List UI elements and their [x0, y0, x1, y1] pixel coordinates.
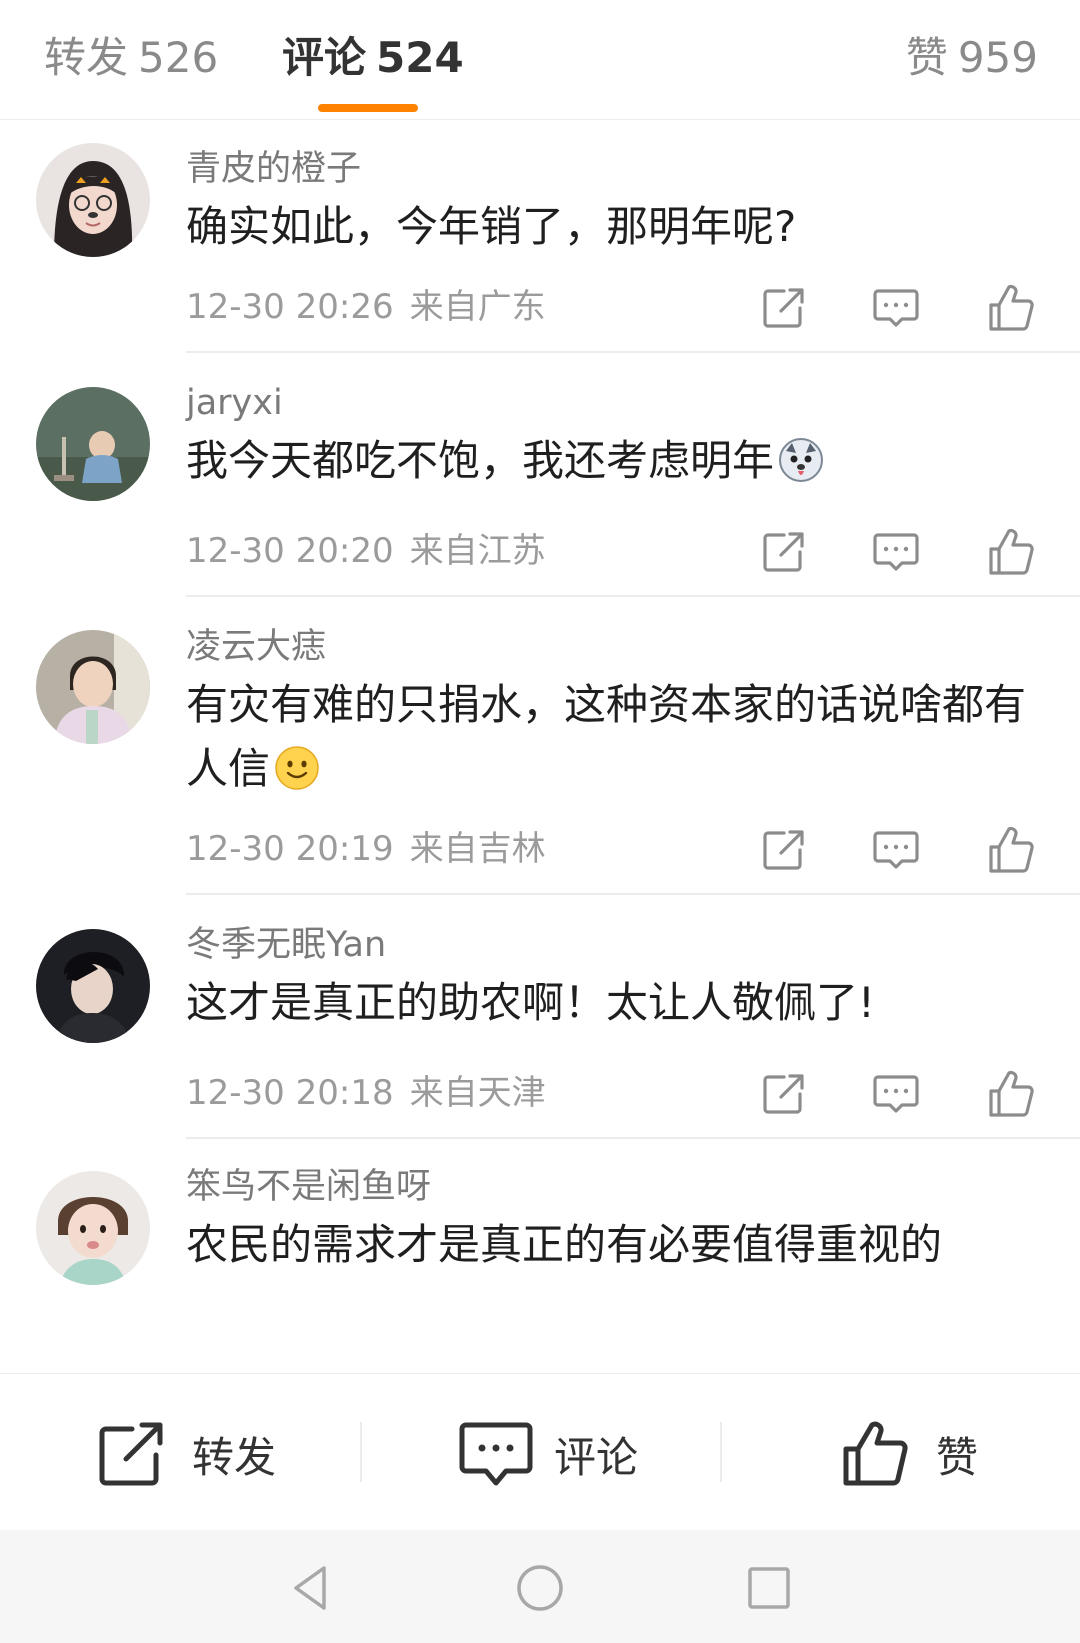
tab-comment[interactable]: 评论 524 — [282, 28, 464, 88]
comment-text: 确实如此，今年销了，那明年呢? — [186, 195, 1046, 259]
comment-share-button[interactable] — [754, 819, 814, 879]
comment-meta: 12-30 20:19 来自吉林 — [186, 827, 546, 871]
comment-list[interactable]: 青皮的橙子 确实如此，今年销了，那明年呢? 12-30 20:26 来自广东 ja — [0, 121, 1080, 1373]
tab-repost-count: 526 — [138, 33, 219, 82]
tab-comment-count: 524 — [376, 33, 464, 82]
comment-reply-button[interactable] — [866, 521, 926, 581]
comment-button-label: 评论 — [554, 1432, 639, 1482]
comment-time: 12-30 20:19 — [186, 829, 394, 869]
tab-comment-label: 评论 — [282, 33, 367, 82]
tab-repost-label: 转发 — [44, 33, 129, 82]
comment-username[interactable]: 冬季无眠Yan — [186, 923, 386, 967]
comment-meta: 12-30 20:20 来自江苏 — [186, 529, 546, 573]
home-button[interactable] — [512, 1560, 568, 1616]
avatar[interactable] — [36, 1171, 150, 1285]
avatar[interactable] — [36, 630, 150, 744]
thumbs-up-icon — [981, 277, 1041, 337]
comment-like-button[interactable] — [981, 521, 1041, 581]
divider — [720, 1422, 722, 1482]
comment-time: 12-30 20:20 — [186, 531, 394, 571]
comment-share-button[interactable] — [754, 521, 814, 581]
comment-meta: 12-30 20:18 来自天津 — [186, 1071, 546, 1115]
comment-location: 来自吉林 — [409, 829, 546, 869]
comment-like-button[interactable] — [981, 277, 1041, 337]
comment-icon — [866, 1063, 926, 1123]
comment-text: 农民的需求才是真正的有必要值得重视的 — [186, 1213, 1046, 1277]
comment-like-button[interactable] — [981, 1063, 1041, 1123]
comment-text: 这才是真正的助农啊！太让人敬佩了! — [186, 971, 1046, 1035]
comment-time: 12-30 20:26 — [186, 287, 394, 327]
recent-apps-button[interactable] — [741, 1560, 797, 1616]
comment-reply-button[interactable] — [866, 819, 926, 879]
tab-like[interactable]: 赞 959 — [906, 28, 1038, 88]
thumbs-up-icon — [843, 1421, 908, 1486]
home-circle-icon — [517, 1565, 563, 1611]
back-button[interactable] — [284, 1560, 340, 1616]
share-icon — [754, 277, 814, 337]
comment-location: 来自江苏 — [409, 531, 546, 571]
comment-share-button[interactable] — [754, 277, 814, 337]
comment-location: 来自广东 — [409, 287, 546, 327]
like-button[interactable]: 赞 — [840, 1419, 978, 1489]
avatar[interactable] — [36, 143, 150, 257]
comment-item: 青皮的橙子 确实如此，今年销了，那明年呢? 12-30 20:26 来自广东 — [0, 121, 1080, 353]
thumbs-up-icon — [981, 819, 1041, 879]
recent-square-icon — [748, 1567, 790, 1609]
comment-item: 笨鸟不是闲鱼呀 农民的需求才是真正的有必要值得重视的 — [0, 1139, 1080, 1373]
comment-text-content: 确实如此，今年销了，那明年呢? — [186, 202, 797, 251]
divider — [360, 1422, 362, 1482]
back-triangle-icon — [294, 1566, 326, 1610]
comment-icon — [866, 277, 926, 337]
avatar[interactable] — [36, 929, 150, 1043]
comment-text: 有灾有难的只捐水，这种资本家的话说啥都有人信 — [186, 673, 1046, 809]
comment-share-button[interactable] — [754, 1063, 814, 1123]
comment-username[interactable]: 笨鸟不是闲鱼呀 — [186, 1165, 431, 1209]
comment-text-content: 农民的需求才是真正的有必要值得重视的 — [186, 1220, 943, 1269]
tab-like-count: 959 — [957, 33, 1038, 82]
comment-text-content: 这才是真正的助农啊！太让人敬佩了! — [186, 978, 875, 1027]
repost-button[interactable]: 转发 — [96, 1419, 276, 1489]
share-icon — [99, 1422, 163, 1486]
repost-button-label: 转发 — [192, 1432, 277, 1482]
like-button-label: 赞 — [936, 1432, 979, 1482]
comment-item: 冬季无眠Yan 这才是真正的助农啊！太让人敬佩了! 12-30 20:18 来自天… — [0, 895, 1080, 1139]
avatar[interactable] — [36, 387, 150, 501]
share-icon — [754, 819, 814, 879]
comment-button[interactable]: 评论 — [458, 1419, 638, 1489]
share-icon — [754, 521, 814, 581]
comment-username[interactable]: 凌云大痣 — [186, 625, 326, 669]
bottom-action-bar: 转发 评论 赞 — [0, 1373, 1080, 1530]
share-icon — [754, 1063, 814, 1123]
system-nav-bar — [0, 1530, 1080, 1643]
comment-item: 凌云大痣 有灾有难的只捐水，这种资本家的话说啥都有人信 12-30 20:19 来… — [0, 597, 1080, 895]
tab-repost[interactable]: 转发 526 — [44, 28, 218, 88]
comment-icon — [866, 521, 926, 581]
active-tab-indicator — [318, 104, 418, 112]
weibo-comments-screen: 转发 526 评论 524 赞 959 青皮的橙子 确实如此，今年销了，那明年呢… — [0, 0, 1080, 1643]
dog-emoji-icon — [778, 437, 824, 501]
tab-like-label: 赞 — [905, 33, 948, 82]
comment-location: 来自天津 — [409, 1073, 546, 1113]
comment-reply-button[interactable] — [866, 277, 926, 337]
comment-meta: 12-30 20:26 来自广东 — [186, 285, 546, 329]
smile-emoji-icon — [274, 745, 320, 809]
comment-item: jaryxi 我今天都吃不饱，我还考虑明年 12-30 20:20 来自江苏 — [0, 353, 1080, 597]
comment-icon — [459, 1422, 533, 1486]
comment-like-button[interactable] — [981, 819, 1041, 879]
comment-text: 我今天都吃不饱，我还考虑明年 — [186, 429, 1046, 501]
comment-text-content: 我今天都吃不饱，我还考虑明年 — [186, 436, 775, 485]
comment-username[interactable]: jaryxi — [186, 381, 283, 425]
comment-reply-button[interactable] — [866, 1063, 926, 1123]
comment-username[interactable]: 青皮的橙子 — [186, 147, 361, 191]
comment-icon — [866, 819, 926, 879]
thumbs-up-icon — [981, 521, 1041, 581]
thumbs-up-icon — [981, 1063, 1041, 1123]
comment-time: 12-30 20:18 — [186, 1073, 394, 1113]
tab-bar: 转发 526 评论 524 赞 959 — [0, 0, 1080, 120]
